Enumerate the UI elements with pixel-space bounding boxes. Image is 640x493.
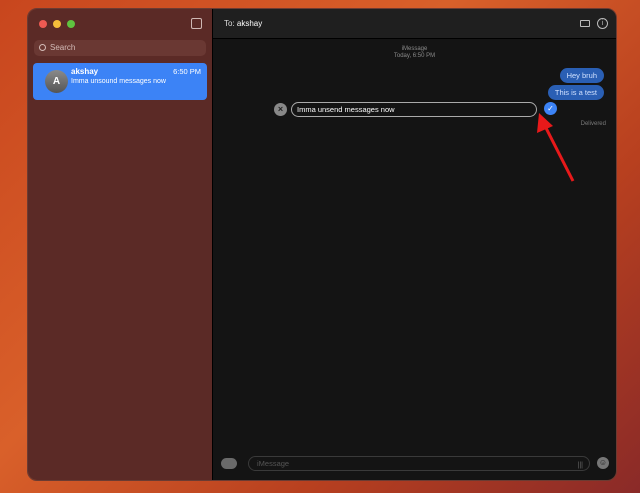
emoji-icon[interactable]: ☺ xyxy=(597,457,609,469)
sidebar: Search A akshay 6:50 PM Imma unsound mes… xyxy=(28,9,212,480)
close-button[interactable] xyxy=(39,20,47,28)
messages-window: Search A akshay 6:50 PM Imma unsound mes… xyxy=(27,8,617,481)
minimize-button[interactable] xyxy=(53,20,61,28)
avatar: A xyxy=(45,70,68,93)
window-controls xyxy=(39,20,75,28)
search-placeholder: Search xyxy=(50,43,76,52)
zoom-button[interactable] xyxy=(67,20,75,28)
compose-icon[interactable] xyxy=(191,18,202,29)
conversation-time: 6:50 PM xyxy=(173,67,201,76)
search-input[interactable]: Search xyxy=(34,40,206,56)
annotation-arrow xyxy=(537,113,575,182)
search-icon xyxy=(39,44,46,51)
message-placeholder: iMessage xyxy=(257,459,290,468)
conversation-preview: Imma unsound messages now xyxy=(71,78,166,85)
conversation-pane: To: akshay i iMessage Today, 6:50 PM Hey … xyxy=(212,9,616,480)
conversation-item[interactable]: A akshay 6:50 PM Imma unsound messages n… xyxy=(33,63,207,100)
audio-message-icon[interactable]: ||| xyxy=(578,459,583,472)
contact-name: akshay xyxy=(71,67,99,76)
app-store-icon[interactable] xyxy=(221,458,237,469)
message-input[interactable]: iMessage ||| xyxy=(248,456,590,471)
